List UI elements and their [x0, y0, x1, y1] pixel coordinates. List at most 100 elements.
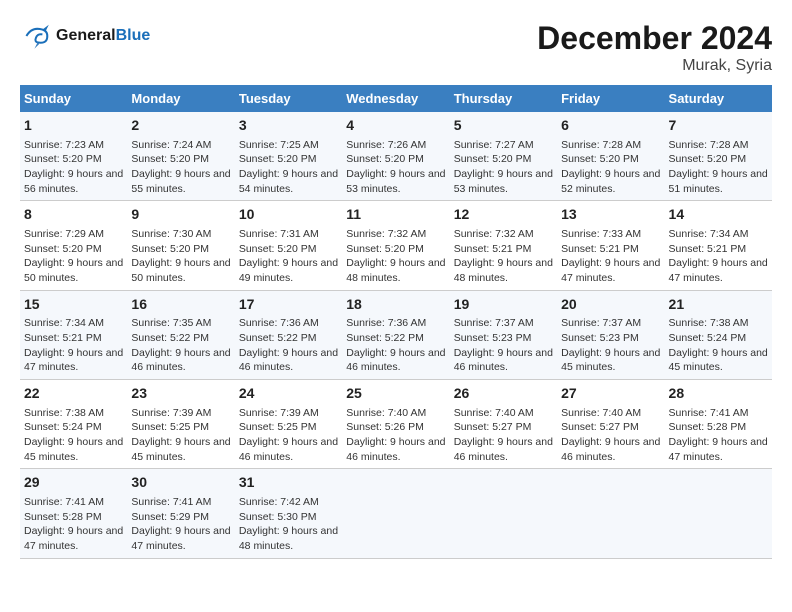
calendar-cell: 7Sunrise: 7:28 AM Sunset: 5:20 PM Daylig…	[665, 112, 772, 201]
day-number: 15	[24, 295, 123, 315]
day-info: Sunrise: 7:38 AM Sunset: 5:24 PM Dayligh…	[24, 406, 123, 465]
calendar-cell: 29Sunrise: 7:41 AM Sunset: 5:28 PM Dayli…	[20, 469, 127, 558]
column-header-monday: Monday	[127, 85, 234, 112]
month-title: December 2024	[537, 20, 772, 57]
day-info: Sunrise: 7:41 AM Sunset: 5:29 PM Dayligh…	[131, 495, 230, 554]
day-info: Sunrise: 7:40 AM Sunset: 5:27 PM Dayligh…	[454, 406, 553, 465]
day-info: Sunrise: 7:39 AM Sunset: 5:25 PM Dayligh…	[131, 406, 230, 465]
day-info: Sunrise: 7:33 AM Sunset: 5:21 PM Dayligh…	[561, 227, 660, 286]
day-number: 22	[24, 384, 123, 404]
day-info: Sunrise: 7:32 AM Sunset: 5:21 PM Dayligh…	[454, 227, 553, 286]
calendar-week-row: 8Sunrise: 7:29 AM Sunset: 5:20 PM Daylig…	[20, 201, 772, 290]
column-header-friday: Friday	[557, 85, 664, 112]
day-number: 23	[131, 384, 230, 404]
day-info: Sunrise: 7:25 AM Sunset: 5:20 PM Dayligh…	[239, 138, 338, 197]
day-info: Sunrise: 7:42 AM Sunset: 5:30 PM Dayligh…	[239, 495, 338, 554]
day-info: Sunrise: 7:31 AM Sunset: 5:20 PM Dayligh…	[239, 227, 338, 286]
day-info: Sunrise: 7:23 AM Sunset: 5:20 PM Dayligh…	[24, 138, 123, 197]
calendar-cell: 23Sunrise: 7:39 AM Sunset: 5:25 PM Dayli…	[127, 380, 234, 469]
logo: GeneralBlue	[20, 20, 150, 52]
day-info: Sunrise: 7:28 AM Sunset: 5:20 PM Dayligh…	[561, 138, 660, 197]
day-info: Sunrise: 7:40 AM Sunset: 5:27 PM Dayligh…	[561, 406, 660, 465]
day-number: 2	[131, 116, 230, 136]
calendar-table: SundayMondayTuesdayWednesdayThursdayFrid…	[20, 85, 772, 559]
calendar-cell: 12Sunrise: 7:32 AM Sunset: 5:21 PM Dayli…	[450, 201, 557, 290]
calendar-cell: 10Sunrise: 7:31 AM Sunset: 5:20 PM Dayli…	[235, 201, 342, 290]
location: Murak, Syria	[537, 57, 772, 75]
column-header-wednesday: Wednesday	[342, 85, 449, 112]
calendar-cell: 9Sunrise: 7:30 AM Sunset: 5:20 PM Daylig…	[127, 201, 234, 290]
day-number: 24	[239, 384, 338, 404]
day-info: Sunrise: 7:26 AM Sunset: 5:20 PM Dayligh…	[346, 138, 445, 197]
column-header-thursday: Thursday	[450, 85, 557, 112]
calendar-cell	[342, 469, 449, 558]
page-header: GeneralBlue December 2024 Murak, Syria	[20, 20, 772, 75]
day-info: Sunrise: 7:27 AM Sunset: 5:20 PM Dayligh…	[454, 138, 553, 197]
day-number: 4	[346, 116, 445, 136]
day-info: Sunrise: 7:36 AM Sunset: 5:22 PM Dayligh…	[346, 316, 445, 375]
day-number: 26	[454, 384, 553, 404]
day-info: Sunrise: 7:36 AM Sunset: 5:22 PM Dayligh…	[239, 316, 338, 375]
calendar-cell: 31Sunrise: 7:42 AM Sunset: 5:30 PM Dayli…	[235, 469, 342, 558]
day-info: Sunrise: 7:37 AM Sunset: 5:23 PM Dayligh…	[561, 316, 660, 375]
day-info: Sunrise: 7:34 AM Sunset: 5:21 PM Dayligh…	[669, 227, 768, 286]
day-number: 7	[669, 116, 768, 136]
calendar-cell: 1Sunrise: 7:23 AM Sunset: 5:20 PM Daylig…	[20, 112, 127, 201]
day-info: Sunrise: 7:24 AM Sunset: 5:20 PM Dayligh…	[131, 138, 230, 197]
day-info: Sunrise: 7:30 AM Sunset: 5:20 PM Dayligh…	[131, 227, 230, 286]
calendar-week-row: 1Sunrise: 7:23 AM Sunset: 5:20 PM Daylig…	[20, 112, 772, 201]
calendar-cell: 16Sunrise: 7:35 AM Sunset: 5:22 PM Dayli…	[127, 290, 234, 379]
calendar-cell: 13Sunrise: 7:33 AM Sunset: 5:21 PM Dayli…	[557, 201, 664, 290]
day-number: 25	[346, 384, 445, 404]
day-number: 20	[561, 295, 660, 315]
day-number: 6	[561, 116, 660, 136]
calendar-cell: 5Sunrise: 7:27 AM Sunset: 5:20 PM Daylig…	[450, 112, 557, 201]
day-number: 14	[669, 205, 768, 225]
logo-icon	[20, 20, 52, 52]
day-info: Sunrise: 7:37 AM Sunset: 5:23 PM Dayligh…	[454, 316, 553, 375]
calendar-cell: 30Sunrise: 7:41 AM Sunset: 5:29 PM Dayli…	[127, 469, 234, 558]
day-number: 3	[239, 116, 338, 136]
day-info: Sunrise: 7:41 AM Sunset: 5:28 PM Dayligh…	[24, 495, 123, 554]
day-info: Sunrise: 7:39 AM Sunset: 5:25 PM Dayligh…	[239, 406, 338, 465]
day-number: 21	[669, 295, 768, 315]
calendar-week-row: 29Sunrise: 7:41 AM Sunset: 5:28 PM Dayli…	[20, 469, 772, 558]
logo-text: GeneralBlue	[56, 27, 150, 45]
calendar-cell: 25Sunrise: 7:40 AM Sunset: 5:26 PM Dayli…	[342, 380, 449, 469]
calendar-cell: 6Sunrise: 7:28 AM Sunset: 5:20 PM Daylig…	[557, 112, 664, 201]
calendar-cell: 18Sunrise: 7:36 AM Sunset: 5:22 PM Dayli…	[342, 290, 449, 379]
day-info: Sunrise: 7:41 AM Sunset: 5:28 PM Dayligh…	[669, 406, 768, 465]
day-number: 17	[239, 295, 338, 315]
day-number: 29	[24, 473, 123, 493]
day-number: 5	[454, 116, 553, 136]
calendar-cell	[557, 469, 664, 558]
calendar-cell: 22Sunrise: 7:38 AM Sunset: 5:24 PM Dayli…	[20, 380, 127, 469]
day-number: 11	[346, 205, 445, 225]
day-info: Sunrise: 7:40 AM Sunset: 5:26 PM Dayligh…	[346, 406, 445, 465]
day-number: 30	[131, 473, 230, 493]
day-number: 12	[454, 205, 553, 225]
calendar-cell: 21Sunrise: 7:38 AM Sunset: 5:24 PM Dayli…	[665, 290, 772, 379]
calendar-cell: 24Sunrise: 7:39 AM Sunset: 5:25 PM Dayli…	[235, 380, 342, 469]
day-info: Sunrise: 7:34 AM Sunset: 5:21 PM Dayligh…	[24, 316, 123, 375]
day-info: Sunrise: 7:28 AM Sunset: 5:20 PM Dayligh…	[669, 138, 768, 197]
calendar-cell: 2Sunrise: 7:24 AM Sunset: 5:20 PM Daylig…	[127, 112, 234, 201]
calendar-cell: 27Sunrise: 7:40 AM Sunset: 5:27 PM Dayli…	[557, 380, 664, 469]
column-header-sunday: Sunday	[20, 85, 127, 112]
calendar-cell: 28Sunrise: 7:41 AM Sunset: 5:28 PM Dayli…	[665, 380, 772, 469]
calendar-week-row: 22Sunrise: 7:38 AM Sunset: 5:24 PM Dayli…	[20, 380, 772, 469]
day-info: Sunrise: 7:29 AM Sunset: 5:20 PM Dayligh…	[24, 227, 123, 286]
day-number: 27	[561, 384, 660, 404]
calendar-cell: 17Sunrise: 7:36 AM Sunset: 5:22 PM Dayli…	[235, 290, 342, 379]
day-number: 13	[561, 205, 660, 225]
calendar-cell: 8Sunrise: 7:29 AM Sunset: 5:20 PM Daylig…	[20, 201, 127, 290]
day-number: 9	[131, 205, 230, 225]
column-header-saturday: Saturday	[665, 85, 772, 112]
day-number: 8	[24, 205, 123, 225]
day-number: 10	[239, 205, 338, 225]
calendar-cell: 4Sunrise: 7:26 AM Sunset: 5:20 PM Daylig…	[342, 112, 449, 201]
day-info: Sunrise: 7:38 AM Sunset: 5:24 PM Dayligh…	[669, 316, 768, 375]
day-number: 31	[239, 473, 338, 493]
day-info: Sunrise: 7:32 AM Sunset: 5:20 PM Dayligh…	[346, 227, 445, 286]
calendar-cell: 20Sunrise: 7:37 AM Sunset: 5:23 PM Dayli…	[557, 290, 664, 379]
